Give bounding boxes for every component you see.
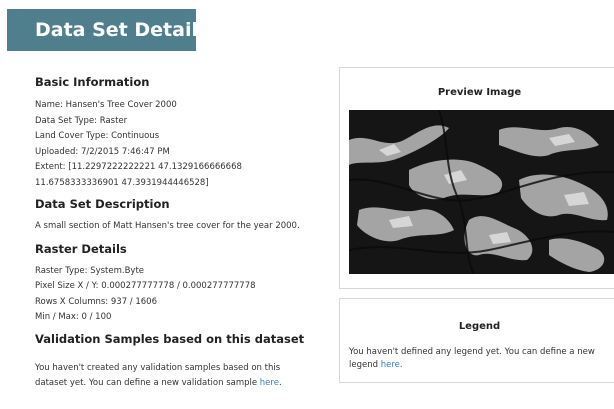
legend-panel: Legend You haven't defined any legend ye… — [339, 298, 614, 383]
validation-samples-heading: Validation Samples based on this dataset — [35, 331, 305, 346]
validation-text-line-2: dataset yet. You can define a new valida… — [35, 376, 330, 392]
details-column: Basic Information Name: Hansen's Tree Co… — [35, 75, 330, 392]
preview-image-title: Preview Image — [437, 87, 522, 98]
raster-details-heading: Raster Details — [35, 241, 127, 256]
rows-columns: Rows X Columns: 937 / 1606 — [35, 296, 158, 307]
raster-details-section: Raster Details Raster Type: System.Byte … — [35, 242, 330, 326]
basic-information-heading: Basic Information — [35, 75, 150, 89]
min-max: Min / Max: 0 / 100 — [35, 312, 112, 322]
description-text: A small section of Matt Hansen's tree co… — [35, 221, 300, 231]
preview-image — [349, 110, 614, 274]
legend-text-suffix: . — [399, 359, 403, 370]
validation-text-suffix: . — [278, 378, 282, 388]
uploaded-date: Uploaded: 7/2/2015 7:46:47 PM — [35, 146, 170, 157]
legend-title: Legend — [458, 321, 501, 332]
land-cover-type: Land Cover Type: Continuous — [35, 131, 160, 141]
validation-text-line-1: You haven't created any validation sampl… — [35, 362, 281, 373]
dataset-details-page: Data Set Details Basic Information Name:… — [0, 0, 614, 409]
define-legend-link[interactable]: here — [381, 360, 400, 370]
tree-cover-raster-image — [349, 110, 614, 274]
page-title: Data Set Details — [7, 9, 209, 51]
pixel-size: Pixel Size X / Y: 0.000277777778 / 0.000… — [35, 281, 256, 291]
validation-text-prefix: dataset yet. You can define a new valida… — [35, 378, 260, 388]
basic-information-section: Basic Information Name: Hansen's Tree Co… — [35, 75, 330, 191]
validation-samples-section: Validation Samples based on this dataset… — [35, 332, 330, 392]
legend-text: You haven't defined any legend yet. You … — [349, 346, 611, 371]
description-heading: Data Set Description — [35, 197, 170, 211]
preview-image-panel: Preview Image — [339, 67, 614, 289]
extent-line-2: 11.6758333336901 47.3931944446528] — [35, 177, 209, 188]
raster-type: Raster Type: System.Byte — [35, 265, 145, 276]
dataset-type: Data Set Type: Raster — [35, 115, 128, 126]
description-section: Data Set Description A small section of … — [35, 197, 330, 235]
define-validation-sample-link[interactable]: here — [260, 378, 279, 388]
extent-line-1: Extent: [11.2297222222221 47.13291666666… — [35, 162, 242, 172]
dataset-name: Name: Hansen's Tree Cover 2000 — [35, 100, 177, 110]
